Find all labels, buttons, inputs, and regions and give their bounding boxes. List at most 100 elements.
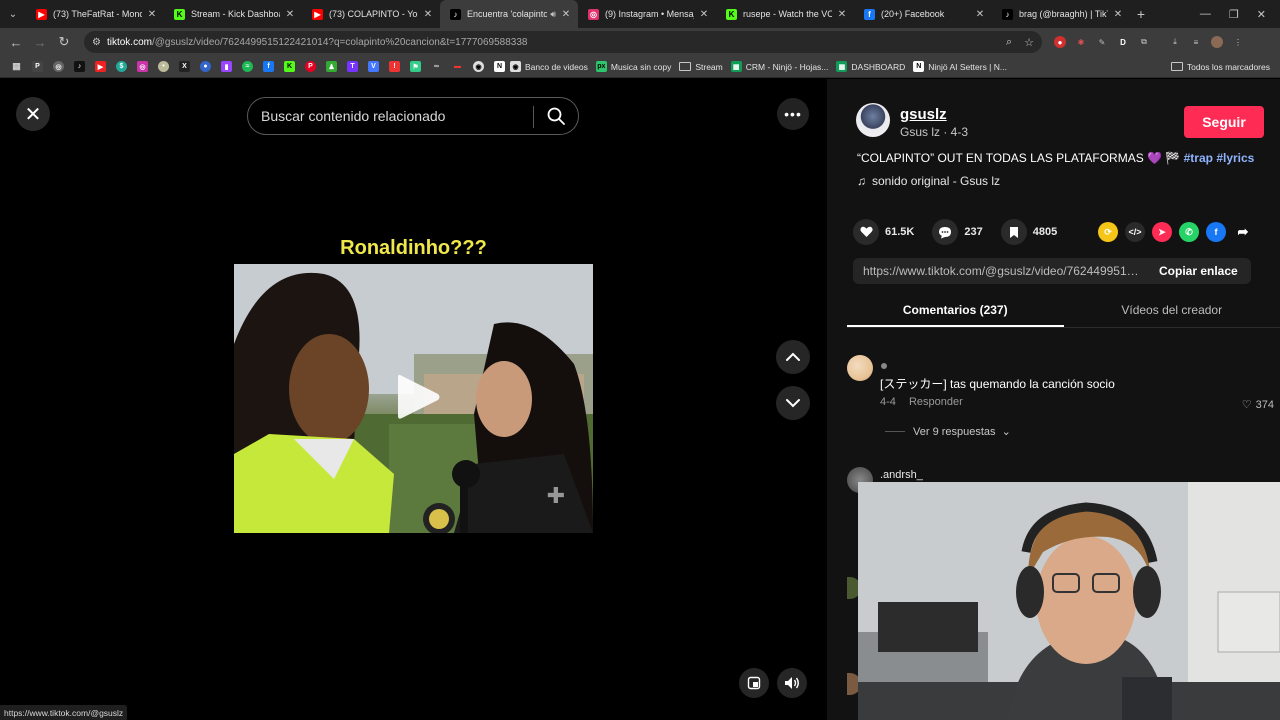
bookmark-icon[interactable]: P [32, 61, 43, 72]
related-search-input[interactable]: Buscar contenido relacionado [247, 97, 579, 135]
close-tab-icon[interactable]: ✕ [146, 9, 158, 20]
share-link-url[interactable]: https://www.tiktok.com/@gsuslz/video/762… [863, 264, 1145, 278]
instagram-icon[interactable]: ◎ [137, 61, 148, 72]
bookmark-item[interactable]: N Ninjö AI Setters | N... [913, 61, 1007, 72]
close-window-button[interactable]: ✕ [1257, 8, 1266, 21]
next-video-button[interactable] [776, 386, 810, 420]
repost-icon[interactable]: ⟳ [1098, 222, 1118, 242]
sound-link[interactable]: ♫ sonido original - Gsus lz [857, 174, 1000, 188]
bookmark-icon[interactable]: ● [200, 61, 211, 72]
extensions-puzzle-icon[interactable]: ⧉ [1138, 36, 1150, 48]
comment-action[interactable]: 237 [932, 219, 983, 245]
browser-tab[interactable]: Krusepe - Watch the VOD ✕ [716, 0, 854, 28]
close-tab-icon[interactable]: ✕ [1112, 9, 1124, 20]
browser-tab[interactable]: ♪ Encuentra 'colapinto 🔊︎ ✕ [440, 0, 578, 28]
like-action[interactable]: 61.5K [853, 219, 914, 245]
new-tab-button[interactable]: + [1130, 6, 1152, 22]
whatsapp-icon[interactable]: ✆ [1179, 222, 1199, 242]
comment-like-button[interactable]: ♡ 374 [1242, 398, 1274, 412]
facebook-icon[interactable]: f [263, 61, 274, 72]
bookmark-item[interactable]: ▦ CRM - Ninjö - Hojas... [730, 61, 828, 72]
tab-creator-videos[interactable]: Vídeos del creador [1064, 296, 1280, 327]
bookmark-icon[interactable]: ▬ [452, 61, 463, 72]
bookmark-star-icon[interactable]: ☆ [1024, 36, 1034, 49]
hashtag-link[interactable]: #trap [1184, 151, 1213, 165]
address-bar[interactable]: ⚙ tiktok.com/@gsuslz/video/7624499515122… [84, 31, 1042, 53]
tab-search-button[interactable]: ⌄ [0, 3, 26, 25]
x-icon[interactable]: X [179, 61, 190, 72]
browser-menu-icon[interactable]: ⋮ [1232, 36, 1244, 48]
extension-icon[interactable]: ✎ [1096, 36, 1108, 48]
extension-icon[interactable]: D [1117, 36, 1129, 48]
floating-player-button[interactable] [739, 668, 769, 698]
bookmark-icon[interactable]: $ [116, 61, 127, 72]
volume-button[interactable] [777, 668, 807, 698]
view-replies-button[interactable]: Ver 9 respuestas ⌄ [885, 425, 1011, 438]
browser-tab[interactable]: ◎ (9) Instagram • Mensajes ✕ [578, 0, 716, 28]
close-tab-icon[interactable]: ✕ [974, 9, 986, 20]
all-bookmarks-folder[interactable]: Todos los marcadores [1170, 62, 1270, 72]
search-icon[interactable] [546, 106, 566, 126]
bookmark-icon[interactable]: T [347, 61, 358, 72]
spotify-icon[interactable]: ≈ [242, 61, 253, 72]
bookmark-item[interactable]: px Musica sin copy [595, 61, 671, 72]
bookmark-icon[interactable]: ♟ [326, 61, 337, 72]
bookmark-icon[interactable]: ◉ [473, 61, 484, 72]
embed-icon[interactable]: </> [1125, 222, 1145, 242]
close-tab-icon[interactable]: ✕ [836, 9, 848, 20]
reload-button[interactable]: ↻ [52, 34, 76, 50]
bookmark-icon[interactable]: ◎ [53, 61, 64, 72]
extension-icon[interactable]: ✱ [1075, 36, 1087, 48]
browser-tab[interactable]: ▶ (73) TheFatRat - Monody ✕ [26, 0, 164, 28]
forward-button[interactable]: → [28, 35, 52, 50]
author-avatar[interactable] [856, 103, 890, 137]
reply-button[interactable]: Responder [909, 396, 963, 408]
video-player[interactable]: Ronaldinho??? ✚ [234, 79, 593, 720]
previous-video-button[interactable] [776, 340, 810, 374]
more-options-button[interactable]: ••• [777, 98, 809, 130]
bookmark-item[interactable]: Stream [679, 62, 723, 72]
media-control-icon[interactable]: ≡ [1190, 36, 1202, 48]
author-username[interactable]: gsuslz [900, 106, 947, 123]
profile-avatar[interactable] [1211, 36, 1223, 48]
extension-icon[interactable]: ● [1054, 36, 1066, 48]
browser-tab[interactable]: ♪ brag (@braaghh) | TikTok ✕ [992, 0, 1130, 28]
save-action[interactable]: 4805 [1000, 219, 1057, 245]
copy-link-button[interactable]: Copiar enlace [1159, 264, 1238, 278]
bookmark-item[interactable]: ▦ DASHBOARD [836, 61, 905, 72]
browser-tab[interactable]: K Stream - Kick Dashboard ✕ [164, 0, 302, 28]
bookmark-icon[interactable]: ⚑ [410, 61, 421, 72]
follow-button[interactable]: Seguir [1184, 106, 1264, 138]
close-tab-icon[interactable]: ✕ [422, 9, 434, 20]
bookmark-icon[interactable]: • [158, 61, 169, 72]
commenter-name[interactable]: .andrsh_ [880, 469, 923, 481]
audio-playing-icon[interactable]: 🔊︎ [550, 9, 556, 20]
maximize-button[interactable]: ❐ [1229, 8, 1239, 21]
apps-grid-icon[interactable]: ▦ [11, 61, 22, 72]
close-tab-icon[interactable]: ✕ [284, 9, 296, 20]
close-tab-icon[interactable]: ✕ [560, 9, 572, 20]
hashtag-link[interactable]: #lyrics [1216, 151, 1254, 165]
close-tab-icon[interactable]: ✕ [698, 9, 710, 20]
send-to-friends-icon[interactable]: ➤ [1152, 222, 1172, 242]
bookmark-icon[interactable]: ∞ [431, 61, 442, 72]
close-video-button[interactable]: ✕ [16, 97, 50, 131]
bookmark-icon[interactable]: V [368, 61, 379, 72]
notion-icon[interactable]: N [494, 61, 505, 72]
browser-tab[interactable]: ▶ (73) COLAPINTO - YouTube ✕ [302, 0, 440, 28]
back-button[interactable]: ← [4, 35, 28, 50]
commenter-avatar[interactable] [847, 355, 873, 381]
share-arrow-icon[interactable]: ➦ [1233, 222, 1253, 242]
twitch-icon[interactable]: ▮ [221, 61, 232, 72]
bookmark-item[interactable]: ◉ Banco de videos [510, 61, 588, 72]
kick-icon[interactable]: K [284, 61, 295, 72]
youtube-icon[interactable]: ▶ [95, 61, 106, 72]
tab-comments[interactable]: Comentarios (237) [847, 296, 1064, 327]
download-icon[interactable]: ⤓ [1169, 36, 1181, 48]
play-icon[interactable] [394, 372, 442, 422]
zoom-icon[interactable]: ⌕ [1006, 36, 1012, 49]
tiktok-icon[interactable]: ♪ [74, 61, 85, 72]
browser-tab[interactable]: f (20+) Facebook ✕ [854, 0, 992, 28]
pinterest-icon[interactable]: P [305, 61, 316, 72]
bookmark-icon[interactable]: ! [389, 61, 400, 72]
